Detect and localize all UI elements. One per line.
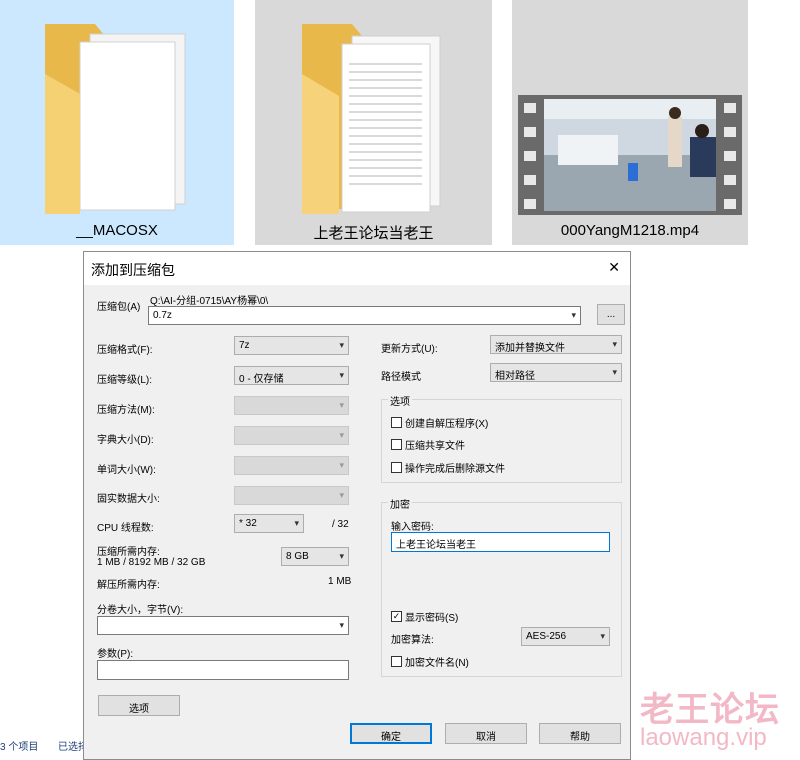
memory-combo[interactable]: 8 GB ▾ [281, 547, 349, 566]
video-thumbnail [518, 95, 742, 215]
chevron-down-icon: ▾ [294, 518, 299, 528]
checkbox-unchecked-icon [391, 439, 402, 450]
file-name: 上老王论坛当老王 [313, 225, 434, 242]
encrypt-method-combo[interactable]: AES-256 ▾ [521, 627, 610, 646]
archive-label: 压缩包(A) [97, 302, 141, 313]
path-mode-value: 相对路径 [495, 371, 535, 382]
level-combo[interactable]: 0 - 仅存储 ▾ [234, 366, 349, 385]
encrypt-method-value: AES-256 [526, 631, 567, 642]
encryption-group-title: 加密 [388, 496, 412, 511]
options-button[interactable]: 选项 [98, 695, 180, 716]
cancel-button[interactable]: 取消 [445, 723, 527, 744]
item-count: 3 个项目 [0, 742, 39, 753]
update-combo[interactable]: 添加并替换文件 ▾ [490, 335, 622, 354]
format-combo[interactable]: 7z ▾ [234, 336, 349, 355]
chevron-down-icon: ▾ [339, 400, 344, 410]
path-mode-combo[interactable]: 相对路径 ▾ [490, 363, 622, 382]
archive-path: Q:\AI-分组-0715\AY杨幂\0\ [150, 296, 269, 307]
checkbox-unchecked-icon [391, 417, 402, 428]
chevron-down-icon: ▾ [339, 460, 344, 470]
mem-decomp-value: 1 MB [328, 576, 352, 587]
cpu-combo[interactable]: * 32 ▾ [234, 514, 304, 533]
delete-checkbox[interactable]: 操作完成后删除源文件 [391, 460, 505, 475]
chevron-down-icon: ▾ [600, 631, 605, 641]
chevron-down-icon: ▾ [339, 551, 344, 561]
checkbox-unchecked-icon [391, 656, 402, 667]
show-password-checkbox[interactable]: ✓ 显示密码(S) [391, 609, 458, 624]
word-combo: ▾ [234, 456, 349, 475]
ok-button[interactable]: 确定 [350, 723, 432, 744]
help-button[interactable]: 帮助 [539, 723, 621, 744]
sfx-label: 创建自解压程序(X) [405, 419, 489, 430]
chevron-down-icon: ▾ [612, 339, 617, 349]
params-input[interactable] [97, 660, 349, 680]
update-value: 添加并替换文件 [495, 343, 565, 354]
sfx-checkbox[interactable]: 创建自解压程序(X) [391, 415, 488, 430]
split-combo[interactable]: ▾ [97, 616, 349, 635]
file-name: 000YangM1218.mp4 [560, 222, 700, 239]
cpu-label: CPU 线程数: [97, 523, 154, 534]
level-value: 0 - 仅存储 [239, 374, 284, 385]
path-mode-label: 路径模式 [381, 372, 421, 383]
folder-icon [302, 24, 441, 214]
checkbox-unchecked-icon [391, 462, 402, 473]
title-bar: 添加到压缩包 ✕ [84, 252, 630, 285]
update-label: 更新方式(U): [381, 344, 438, 355]
dict-label: 字典大小(D): [97, 435, 154, 446]
show-password-label: 显示密码(S) [405, 613, 459, 624]
chevron-down-icon: ▾ [339, 430, 344, 440]
chevron-down-icon: ▾ [612, 367, 617, 377]
chevron-down-icon: ▾ [339, 340, 344, 350]
cpu-value: * 32 [239, 518, 257, 529]
encrypt-names-checkbox[interactable]: 加密文件名(N) [391, 654, 469, 669]
chevron-down-icon: ▾ [571, 310, 576, 320]
browse-button[interactable]: ... [597, 304, 625, 325]
params-label: 参数(P): [97, 649, 134, 660]
password-input[interactable]: 上老王论坛当老王 [391, 532, 610, 552]
word-label: 单词大小(W): [97, 465, 156, 476]
folder-icon [45, 24, 186, 214]
memory-value: 8 GB [286, 551, 309, 562]
method-label: 压缩方法(M): [97, 405, 155, 416]
delete-label: 操作完成后删除源文件 [405, 464, 505, 475]
dict-combo: ▾ [234, 426, 349, 445]
watermark-url: laowang.vip [640, 724, 767, 751]
chevron-down-icon: ▾ [339, 620, 344, 630]
password-label: 输入密码: [391, 522, 434, 533]
cpu-max: / 32 [332, 519, 349, 530]
archive-name-combo[interactable]: 0.7z ▾ [148, 306, 581, 325]
encrypt-method-label: 加密算法: [391, 635, 434, 646]
encrypt-names-label: 加密文件名(N) [405, 658, 469, 669]
add-to-archive-dialog: 添加到压缩包 ✕ 压缩包(A) Q:\AI-分组-0715\AY杨幂\0\ 0.… [83, 251, 631, 760]
split-label: 分卷大小，字节(V): [97, 605, 184, 616]
level-label: 压缩等级(L): [97, 375, 152, 386]
method-combo: ▾ [234, 396, 349, 415]
format-value: 7z [239, 340, 250, 351]
dialog-title: 添加到压缩包 [91, 262, 175, 278]
shared-label: 压缩共享文件 [405, 441, 465, 452]
checkbox-checked-icon: ✓ [391, 611, 402, 622]
shared-checkbox[interactable]: 压缩共享文件 [391, 437, 465, 452]
solid-label: 固实数据大小: [97, 494, 160, 505]
archive-name-value: 0.7z [153, 310, 172, 321]
format-label: 压缩格式(F): [97, 345, 153, 356]
mem-comp-detail: 1 MB / 8192 MB / 32 GB [97, 557, 206, 568]
options-group-title: 选项 [388, 393, 412, 408]
mem-decomp-label: 解压所需内存: [97, 580, 160, 591]
file-tile-macosx[interactable]: __MACOSX [0, 0, 234, 245]
chevron-down-icon: ▾ [339, 490, 344, 500]
file-name: __MACOSX [76, 222, 158, 239]
file-tile-folder[interactable]: 上老王论坛当老王 [255, 0, 492, 245]
close-icon[interactable]: ✕ [608, 259, 620, 276]
file-tile-video[interactable]: 000YangM1218.mp4 [512, 0, 748, 245]
mem-comp-label: 压缩所需内存: [97, 547, 160, 558]
solid-combo: ▾ [234, 486, 349, 505]
chevron-down-icon: ▾ [339, 370, 344, 380]
